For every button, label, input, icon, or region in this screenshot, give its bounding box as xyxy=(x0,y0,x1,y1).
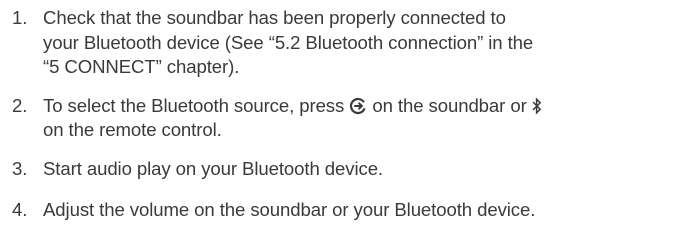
step-number: 1. xyxy=(12,7,28,28)
bluetooth-icon xyxy=(532,96,542,115)
step-text-line: on the remote control. xyxy=(43,119,222,140)
step-text-line: your Bluetooth device (See “5.2 Bluetoot… xyxy=(43,31,534,53)
step-1: 1. Check that the soundbar has been prop… xyxy=(0,6,683,80)
step-text: Adjust the volume on the soundbar or you… xyxy=(43,199,536,220)
step-2: 2. To select the Bluetooth source, press… xyxy=(0,94,683,143)
step-text: on the soundbar or xyxy=(372,94,527,116)
step-3: 3. Start audio play on your Bluetooth de… xyxy=(0,157,683,182)
step-number: 4. xyxy=(12,199,28,220)
step-text: To select the Bluetooth source, press xyxy=(43,94,345,116)
source-input-icon xyxy=(349,97,367,115)
instruction-steps: 1. Check that the soundbar has been prop… xyxy=(0,6,683,237)
step-text-line: “5 CONNECT” chapter). xyxy=(43,56,240,77)
step-number: 2. xyxy=(12,94,28,116)
step-number: 3. xyxy=(12,157,28,179)
step-4: 4. Adjust the volume on the soundbar or … xyxy=(0,198,683,223)
step-text: Start audio play on your Bluetooth devic… xyxy=(43,157,384,179)
step-text-line: Check that the soundbar has been properl… xyxy=(43,7,506,28)
